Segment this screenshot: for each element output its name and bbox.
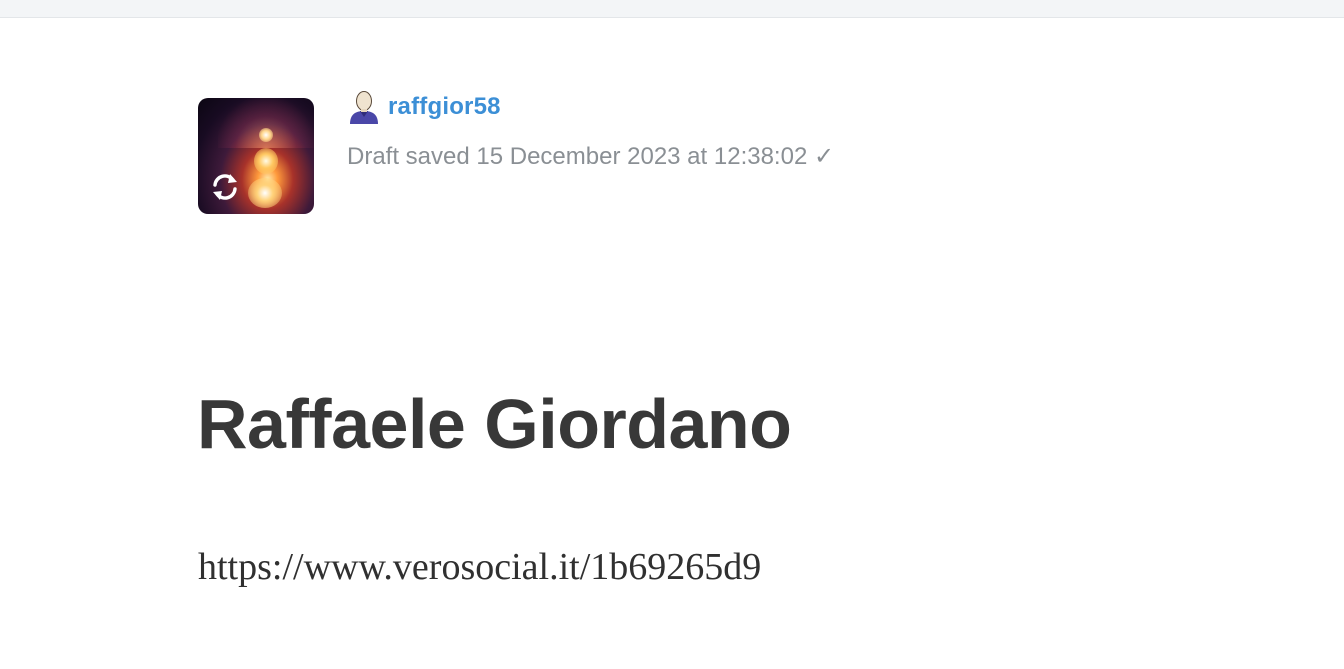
avatar-glow-base — [248, 178, 282, 208]
post-body-text[interactable]: https://www.verosocial.it/1b69265d9 — [198, 545, 761, 589]
post-title[interactable]: Raffaele Giordano — [197, 384, 792, 464]
draft-saved-status: Draft saved 15 December 2023 at 12:38:02… — [347, 143, 835, 170]
user-icon — [350, 91, 378, 124]
sync-icon[interactable] — [208, 170, 242, 204]
top-toolbar-strip — [0, 0, 1344, 18]
username-link[interactable]: raffgior58 — [388, 93, 501, 121]
avatar-glow-chest — [254, 148, 278, 174]
avatar-glow-head — [259, 128, 273, 142]
author-row: raffgior58 — [346, 90, 501, 124]
post-avatar[interactable] — [198, 98, 314, 214]
